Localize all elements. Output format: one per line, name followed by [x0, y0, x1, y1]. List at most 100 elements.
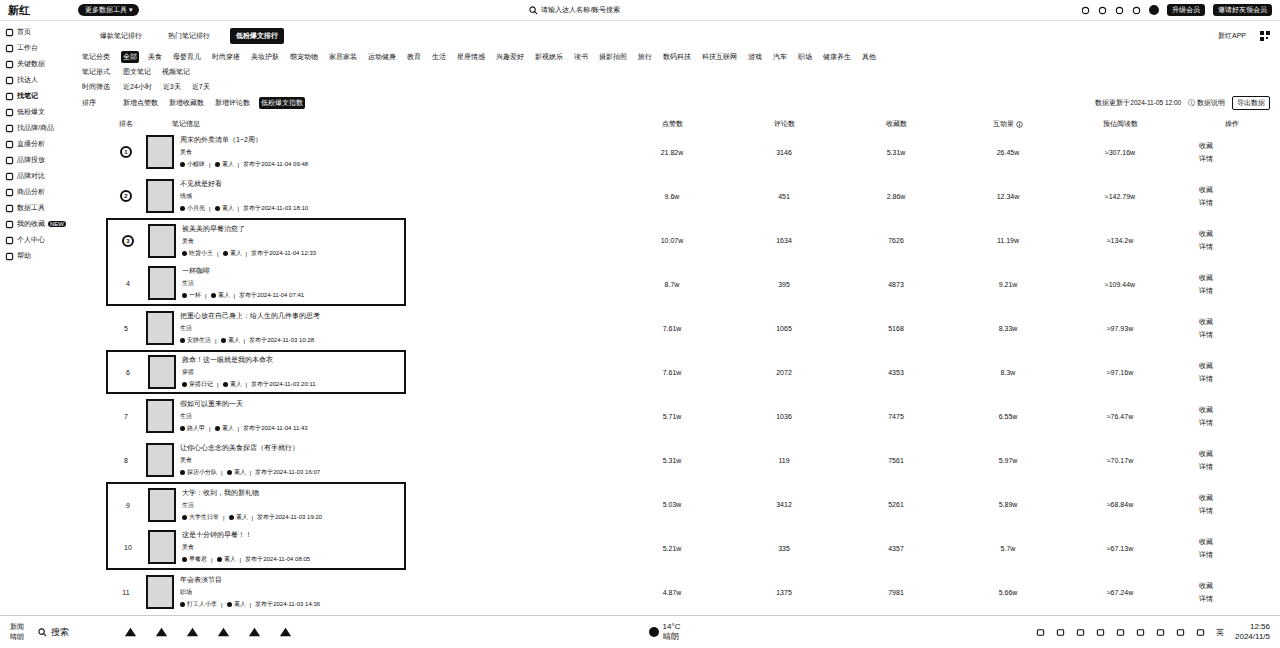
filter-option[interactable]: 近7天: [190, 81, 212, 93]
tray-icon[interactable]: [1176, 628, 1185, 637]
row-action[interactable]: 收藏: [1199, 449, 1213, 459]
table-row[interactable]: 3被美美的早餐治愈了美食吃货小王|素人|发布于2024-11-04 12:331…: [106, 218, 1270, 262]
row-action[interactable]: 收藏: [1199, 405, 1213, 415]
filter-option[interactable]: 视频笔记: [160, 66, 192, 78]
app-icon[interactable]: [154, 625, 169, 640]
app-icon[interactable]: [278, 625, 293, 640]
header-tool-icon[interactable]: [1081, 6, 1090, 15]
row-action[interactable]: 详情: [1199, 242, 1213, 252]
filter-option[interactable]: 时尚穿搭: [210, 51, 242, 63]
sidebar-item[interactable]: 工作台: [0, 41, 72, 55]
note-thumbnail[interactable]: [146, 311, 174, 345]
row-action[interactable]: 详情: [1199, 506, 1213, 516]
note-thumbnail[interactable]: [146, 575, 174, 609]
tray-icon[interactable]: [1096, 628, 1105, 637]
sort-option[interactable]: 新增评论数: [213, 97, 252, 109]
filter-option[interactable]: 近24小时: [121, 81, 154, 93]
note-title[interactable]: 一杯咖啡: [182, 266, 304, 276]
row-action[interactable]: 收藏: [1199, 581, 1213, 591]
sidebar-item[interactable]: 数据工具: [0, 201, 72, 215]
header-tool-icon[interactable]: [1098, 6, 1107, 15]
filter-option[interactable]: 母婴育儿: [171, 51, 203, 63]
header-button[interactable]: 邀请好友领会员: [1213, 4, 1272, 16]
note-thumbnail[interactable]: [148, 355, 176, 389]
filter-option[interactable]: 读书: [572, 51, 590, 63]
sidebar-item[interactable]: 个人中心: [0, 233, 72, 247]
filter-option[interactable]: 职场: [796, 51, 814, 63]
table-row[interactable]: 6救命！这一眼就是我的本命衣穿搭穿搭日记|素人|发布于2024-11-03 20…: [106, 350, 1270, 394]
row-action[interactable]: 详情: [1199, 154, 1213, 164]
sidebar-item[interactable]: 找品牌/商品: [0, 121, 72, 135]
sort-option[interactable]: 新增点赞数: [121, 97, 160, 109]
filter-option[interactable]: 运动健身: [366, 51, 398, 63]
sidebar-item[interactable]: 帮助: [0, 249, 72, 263]
tab[interactable]: 热门笔记排行: [162, 28, 216, 44]
note-title[interactable]: 周末的外卖清单（1~2周）: [180, 135, 308, 145]
filter-option[interactable]: 其他: [860, 51, 878, 63]
app-link[interactable]: 新红APP: [1218, 31, 1246, 41]
note-title[interactable]: 救命！这一眼就是我的本命衣: [182, 355, 316, 365]
table-row[interactable]: 10这是十分钟的早餐！！美食早餐君|素人|发布于2024-11-04 08:05…: [106, 526, 1270, 570]
filter-option[interactable]: 萌宠动物: [288, 51, 320, 63]
note-thumbnail[interactable]: [146, 399, 174, 433]
filter-option[interactable]: 星座情感: [455, 51, 487, 63]
table-row[interactable]: 1周末的外卖清单（1~2周）美食小糖咪|素人|发布于2024-11-04 09:…: [106, 130, 1270, 174]
table-row[interactable]: 7假如可以重来的一天生活路人甲|素人|发布于2024-11-04 11:435.…: [106, 394, 1270, 438]
table-row[interactable]: 2不见就是好看情感小月亮|素人|发布于2024-11-03 18:109.6w4…: [106, 174, 1270, 218]
row-action[interactable]: 详情: [1199, 330, 1213, 340]
info-icon[interactable]: [1016, 121, 1023, 128]
filter-option[interactable]: 全部: [121, 51, 139, 63]
tool-menu[interactable]: 更多数据工具 ▾: [78, 4, 139, 16]
tray-icon[interactable]: [1056, 628, 1065, 637]
row-action[interactable]: 收藏: [1199, 141, 1213, 151]
filter-option[interactable]: 数码科技: [661, 51, 693, 63]
sidebar-item[interactable]: 首页: [0, 25, 72, 39]
filter-option[interactable]: 美食: [146, 51, 164, 63]
row-action[interactable]: 详情: [1199, 374, 1213, 384]
note-title[interactable]: 假如可以重来的一天: [180, 399, 308, 409]
app-icon[interactable]: [247, 625, 262, 640]
row-action[interactable]: 收藏: [1199, 185, 1213, 195]
tab[interactable]: 爆款笔记排行: [94, 28, 148, 44]
row-action[interactable]: 收藏: [1199, 317, 1213, 327]
clock[interactable]: 12:562024/11/5: [1235, 622, 1270, 641]
note-title[interactable]: 被美美的早餐治愈了: [182, 224, 316, 234]
app-icon[interactable]: [123, 625, 138, 640]
note-thumbnail[interactable]: [148, 488, 176, 522]
search-field[interactable]: 请输入达人名称/账号搜索: [529, 5, 620, 15]
filter-option[interactable]: 摄影拍照: [597, 51, 629, 63]
filter-option[interactable]: 家居家装: [327, 51, 359, 63]
sidebar-item[interactable]: 品牌对比: [0, 169, 72, 183]
table-row[interactable]: 8让你心心念念的美食探店（有手就行）美食探店小分队|素人|发布于2024-11-…: [106, 438, 1270, 482]
note-title[interactable]: 不见就是好看: [180, 179, 308, 189]
sidebar-item[interactable]: 找笔记: [0, 89, 72, 103]
filter-option[interactable]: 生活: [430, 51, 448, 63]
note-title[interactable]: 年会表演节目: [180, 575, 320, 585]
note-title[interactable]: 这是十分钟的早餐！！: [182, 530, 310, 540]
filter-option[interactable]: 科技互联网: [700, 51, 739, 63]
filter-option[interactable]: 游戏: [746, 51, 764, 63]
table-row[interactable]: 11年会表演节目职场打工人小李|素人|发布于2024-11-03 14:364.…: [106, 570, 1270, 614]
tray-icon[interactable]: [1156, 628, 1165, 637]
note-title[interactable]: 把重心放在自己身上：给人生的几件事的思考: [180, 311, 320, 321]
sidebar-item[interactable]: 我的收藏NEW: [0, 217, 72, 231]
export-button[interactable]: 导出数据: [1232, 96, 1270, 110]
row-action[interactable]: 收藏: [1199, 537, 1213, 547]
sort-option[interactable]: 新增收藏数: [167, 97, 206, 109]
note-thumbnail[interactable]: [146, 443, 174, 477]
logo[interactable]: 新红: [8, 3, 68, 18]
sort-option[interactable]: 低粉爆文指数: [259, 97, 305, 109]
row-action[interactable]: 收藏: [1199, 229, 1213, 239]
app-icon[interactable]: [185, 625, 200, 640]
header-button[interactable]: 升级会员: [1167, 4, 1205, 16]
taskbar-search[interactable]: 搜索: [38, 626, 69, 639]
row-action[interactable]: 详情: [1199, 550, 1213, 560]
weather-widget[interactable]: 14°C晴朗: [649, 622, 681, 641]
sidebar-item[interactable]: 低粉爆文: [0, 105, 72, 119]
row-action[interactable]: 详情: [1199, 286, 1213, 296]
sidebar-item[interactable]: 商品分析: [0, 185, 72, 199]
tray-icon[interactable]: [1196, 628, 1205, 637]
filter-option[interactable]: 汽车: [771, 51, 789, 63]
row-action[interactable]: 收藏: [1199, 273, 1213, 283]
filter-option[interactable]: 健康养生: [821, 51, 853, 63]
